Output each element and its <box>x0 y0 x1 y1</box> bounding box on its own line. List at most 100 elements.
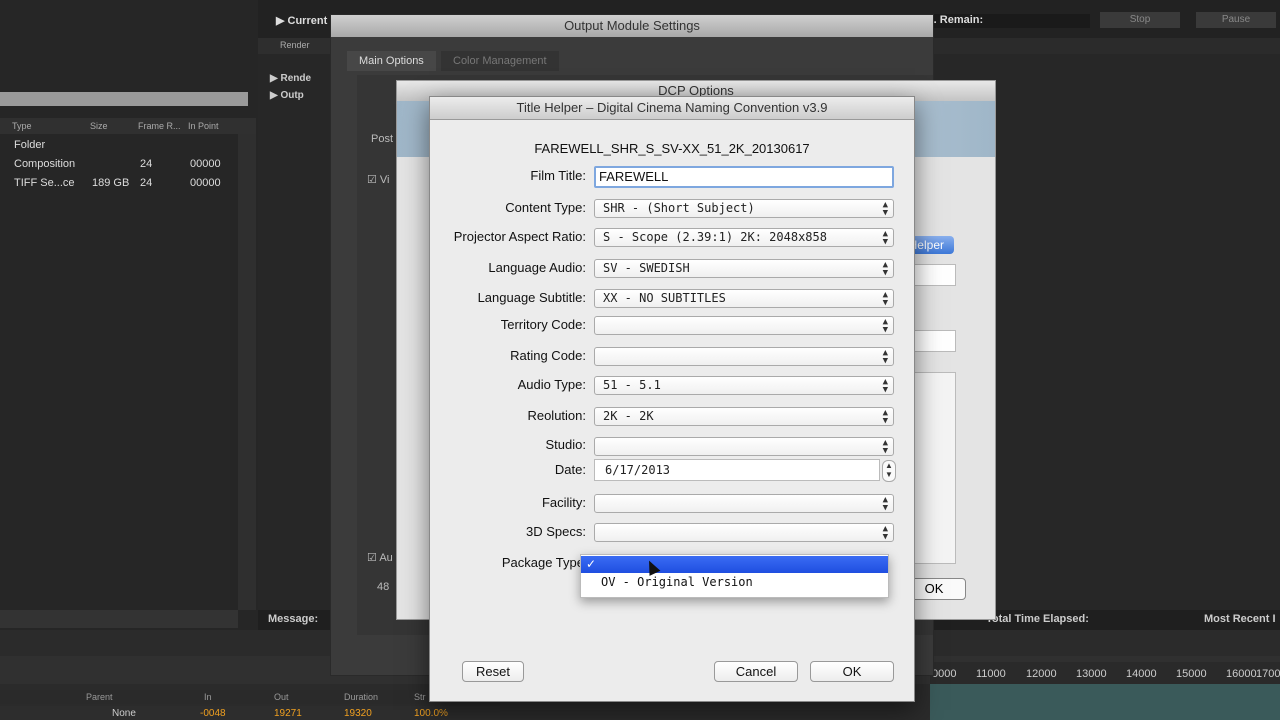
rating-code-select[interactable]: ▲ ▼ <box>594 347 894 366</box>
layer-duration[interactable]: 19320 <box>344 708 372 719</box>
generated-filename: FAREWELL_SHR_S_SV-XX_51_2K_20130617 <box>534 141 810 156</box>
ruler-tick: 16000 <box>1226 668 1257 680</box>
project-scrollbar[interactable] <box>238 134 256 610</box>
project-footer <box>0 610 238 628</box>
dropdown-option-ov[interactable]: OV - Original Version <box>601 575 753 589</box>
tree-item-render[interactable]: ▶ Rende <box>270 73 311 84</box>
select-arrows-icon: ▲ ▼ <box>882 200 888 218</box>
message-label: Message: <box>268 613 319 625</box>
ruler-tick: 0000 <box>932 668 957 680</box>
territory-code-label: Territory Code: <box>500 317 586 332</box>
ruler-tick: 11000 <box>976 668 1006 680</box>
col-in[interactable]: In <box>204 692 212 702</box>
date-stepper[interactable]: ▲ ▼ <box>882 460 896 482</box>
project-column-header: Type Size Frame R... In Point <box>0 118 256 134</box>
3d-specs-label: 3D Specs: <box>526 524 586 539</box>
layer-stretch[interactable]: 100.0% <box>414 708 448 719</box>
project-row[interactable]: TIFF Se...ce 189 GB 24 00000 <box>0 174 238 193</box>
col-stretch[interactable]: Str <box>414 692 426 702</box>
resolution-select[interactable]: 2K - 2K ▲ ▼ <box>594 407 894 426</box>
resolution-label: Reolution: <box>527 408 586 423</box>
column-type[interactable]: Type <box>12 121 32 131</box>
stop-button[interactable]: Stop <box>1100 12 1180 28</box>
total-time-label: Total Time Elapsed: <box>986 613 1089 625</box>
tree-item-output[interactable]: ▶ Outp <box>270 90 304 101</box>
audio-rate-value[interactable]: 48 <box>377 581 389 593</box>
oms-title: Output Module Settings <box>331 15 933 37</box>
column-size[interactable]: Size <box>90 121 108 131</box>
date-label: Date: <box>554 462 586 477</box>
row-fps: 24 <box>140 177 153 189</box>
video-output-checkbox[interactable]: ☑ Vi <box>367 173 390 186</box>
select-arrows-icon: ▲ ▼ <box>882 260 888 278</box>
tab-main-options[interactable]: Main Options <box>347 51 436 71</box>
render-column-label: Render <box>280 40 310 50</box>
ruler-tick: 15000 <box>1176 668 1207 680</box>
row-in: 00000 <box>190 177 221 189</box>
column-in-point[interactable]: In Point <box>188 121 219 131</box>
package-type-dropdown[interactable]: ✓ OV - Original Version <box>580 554 889 598</box>
cancel-button[interactable]: Cancel <box>714 661 798 682</box>
row-size: 189 GB <box>92 177 130 189</box>
timeline-column-header: Parent In Out Duration Str <box>0 690 500 704</box>
language-audio-label: Language Audio: <box>488 260 586 275</box>
content-type-label: Content Type: <box>505 200 586 215</box>
film-title-label: Film Title: <box>530 168 586 183</box>
post-render-label: Post <box>371 133 394 145</box>
row-in: 00000 <box>190 158 221 170</box>
col-duration[interactable]: Duration <box>344 692 378 702</box>
most-recent-label: Most Recent I <box>1204 613 1276 625</box>
row-type: Folder <box>14 139 46 151</box>
row-type: Composition <box>14 158 76 170</box>
row-fps: 24 <box>140 158 153 170</box>
dropdown-selected-item[interactable]: ✓ <box>581 556 888 573</box>
3d-specs-select[interactable]: ▲ ▼ <box>594 523 894 542</box>
title-helper-title: Title Helper – Digital Cinema Naming Con… <box>430 97 914 120</box>
layer-in[interactable]: -0048 <box>200 708 226 719</box>
select-arrows-icon: ▲ ▼ <box>882 377 888 395</box>
tab-color-management[interactable]: Color Management <box>441 51 559 71</box>
language-subtitle-label: Language Subtitle: <box>477 290 586 305</box>
package-type-label: Package Type <box>501 555 584 570</box>
audio-type-label: Audio Type: <box>517 377 586 392</box>
facility-select[interactable]: ▲ ▼ <box>594 494 894 513</box>
aspect-ratio-select[interactable]: S - Scope (2.39:1) 2K: 2048x858 ▲ ▼ <box>594 228 894 247</box>
col-parent[interactable]: Parent <box>86 692 113 702</box>
select-arrows-icon: ▲ ▼ <box>882 229 888 247</box>
project-row[interactable]: Folder <box>0 136 238 155</box>
col-out[interactable]: Out <box>274 692 289 702</box>
project-row[interactable]: Composition 24 00000 <box>0 155 238 174</box>
current-render-label[interactable]: ▶ Current <box>276 14 327 27</box>
timeline-track[interactable] <box>930 684 1280 720</box>
timeline-ruler[interactable]: 0000 11000 12000 13000 14000 15000 16000… <box>930 662 1280 684</box>
language-audio-select[interactable]: SV - SWEDISH ▲ ▼ <box>594 259 894 278</box>
reset-button[interactable]: Reset <box>462 661 524 682</box>
column-frame-rate[interactable]: Frame R... <box>138 121 181 131</box>
date-field[interactable]: 6/17/2013 <box>594 459 880 481</box>
film-title-input[interactable]: FAREWELL <box>594 166 894 188</box>
timeline-layer-row[interactable]: None -0048 19271 19320 100.0% <box>0 706 500 720</box>
render-column-header: Render <box>258 38 338 54</box>
layer-parent[interactable]: None <box>112 708 136 719</box>
rating-code-label: Rating Code: <box>510 348 586 363</box>
select-arrows-icon: ▲ ▼ <box>882 495 888 513</box>
stepper-arrows-icon: ▲ ▼ <box>885 461 893 479</box>
layer-out[interactable]: 19271 <box>274 708 302 719</box>
select-arrows-icon: ▲ ▼ <box>882 524 888 542</box>
audio-output-checkbox[interactable]: ☑ Au <box>367 551 393 564</box>
territory-code-select[interactable]: ▲ ▼ <box>594 316 894 335</box>
studio-select[interactable]: ▲ ▼ <box>594 437 894 456</box>
facility-label: Facility: <box>541 495 586 510</box>
pause-button[interactable]: Pause <box>1196 12 1276 28</box>
language-subtitle-select[interactable]: XX - NO SUBTITLES ▲ ▼ <box>594 289 894 308</box>
content-type-select[interactable]: SHR - (Short Subject) ▲ ▼ <box>594 199 894 218</box>
project-search-field[interactable] <box>0 92 248 106</box>
time-remain-label: t. Remain: <box>930 14 1090 28</box>
audio-type-select[interactable]: 51 - 5.1 ▲ ▼ <box>594 376 894 395</box>
select-arrows-icon: ▲ ▼ <box>882 408 888 426</box>
ok-button[interactable]: OK <box>810 661 894 682</box>
studio-label: Studio: <box>545 437 586 452</box>
title-helper-dialog: Title Helper – Digital Cinema Naming Con… <box>429 96 915 702</box>
checkmark-icon: ✓ <box>586 557 597 571</box>
select-arrows-icon: ▲ ▼ <box>882 348 888 366</box>
